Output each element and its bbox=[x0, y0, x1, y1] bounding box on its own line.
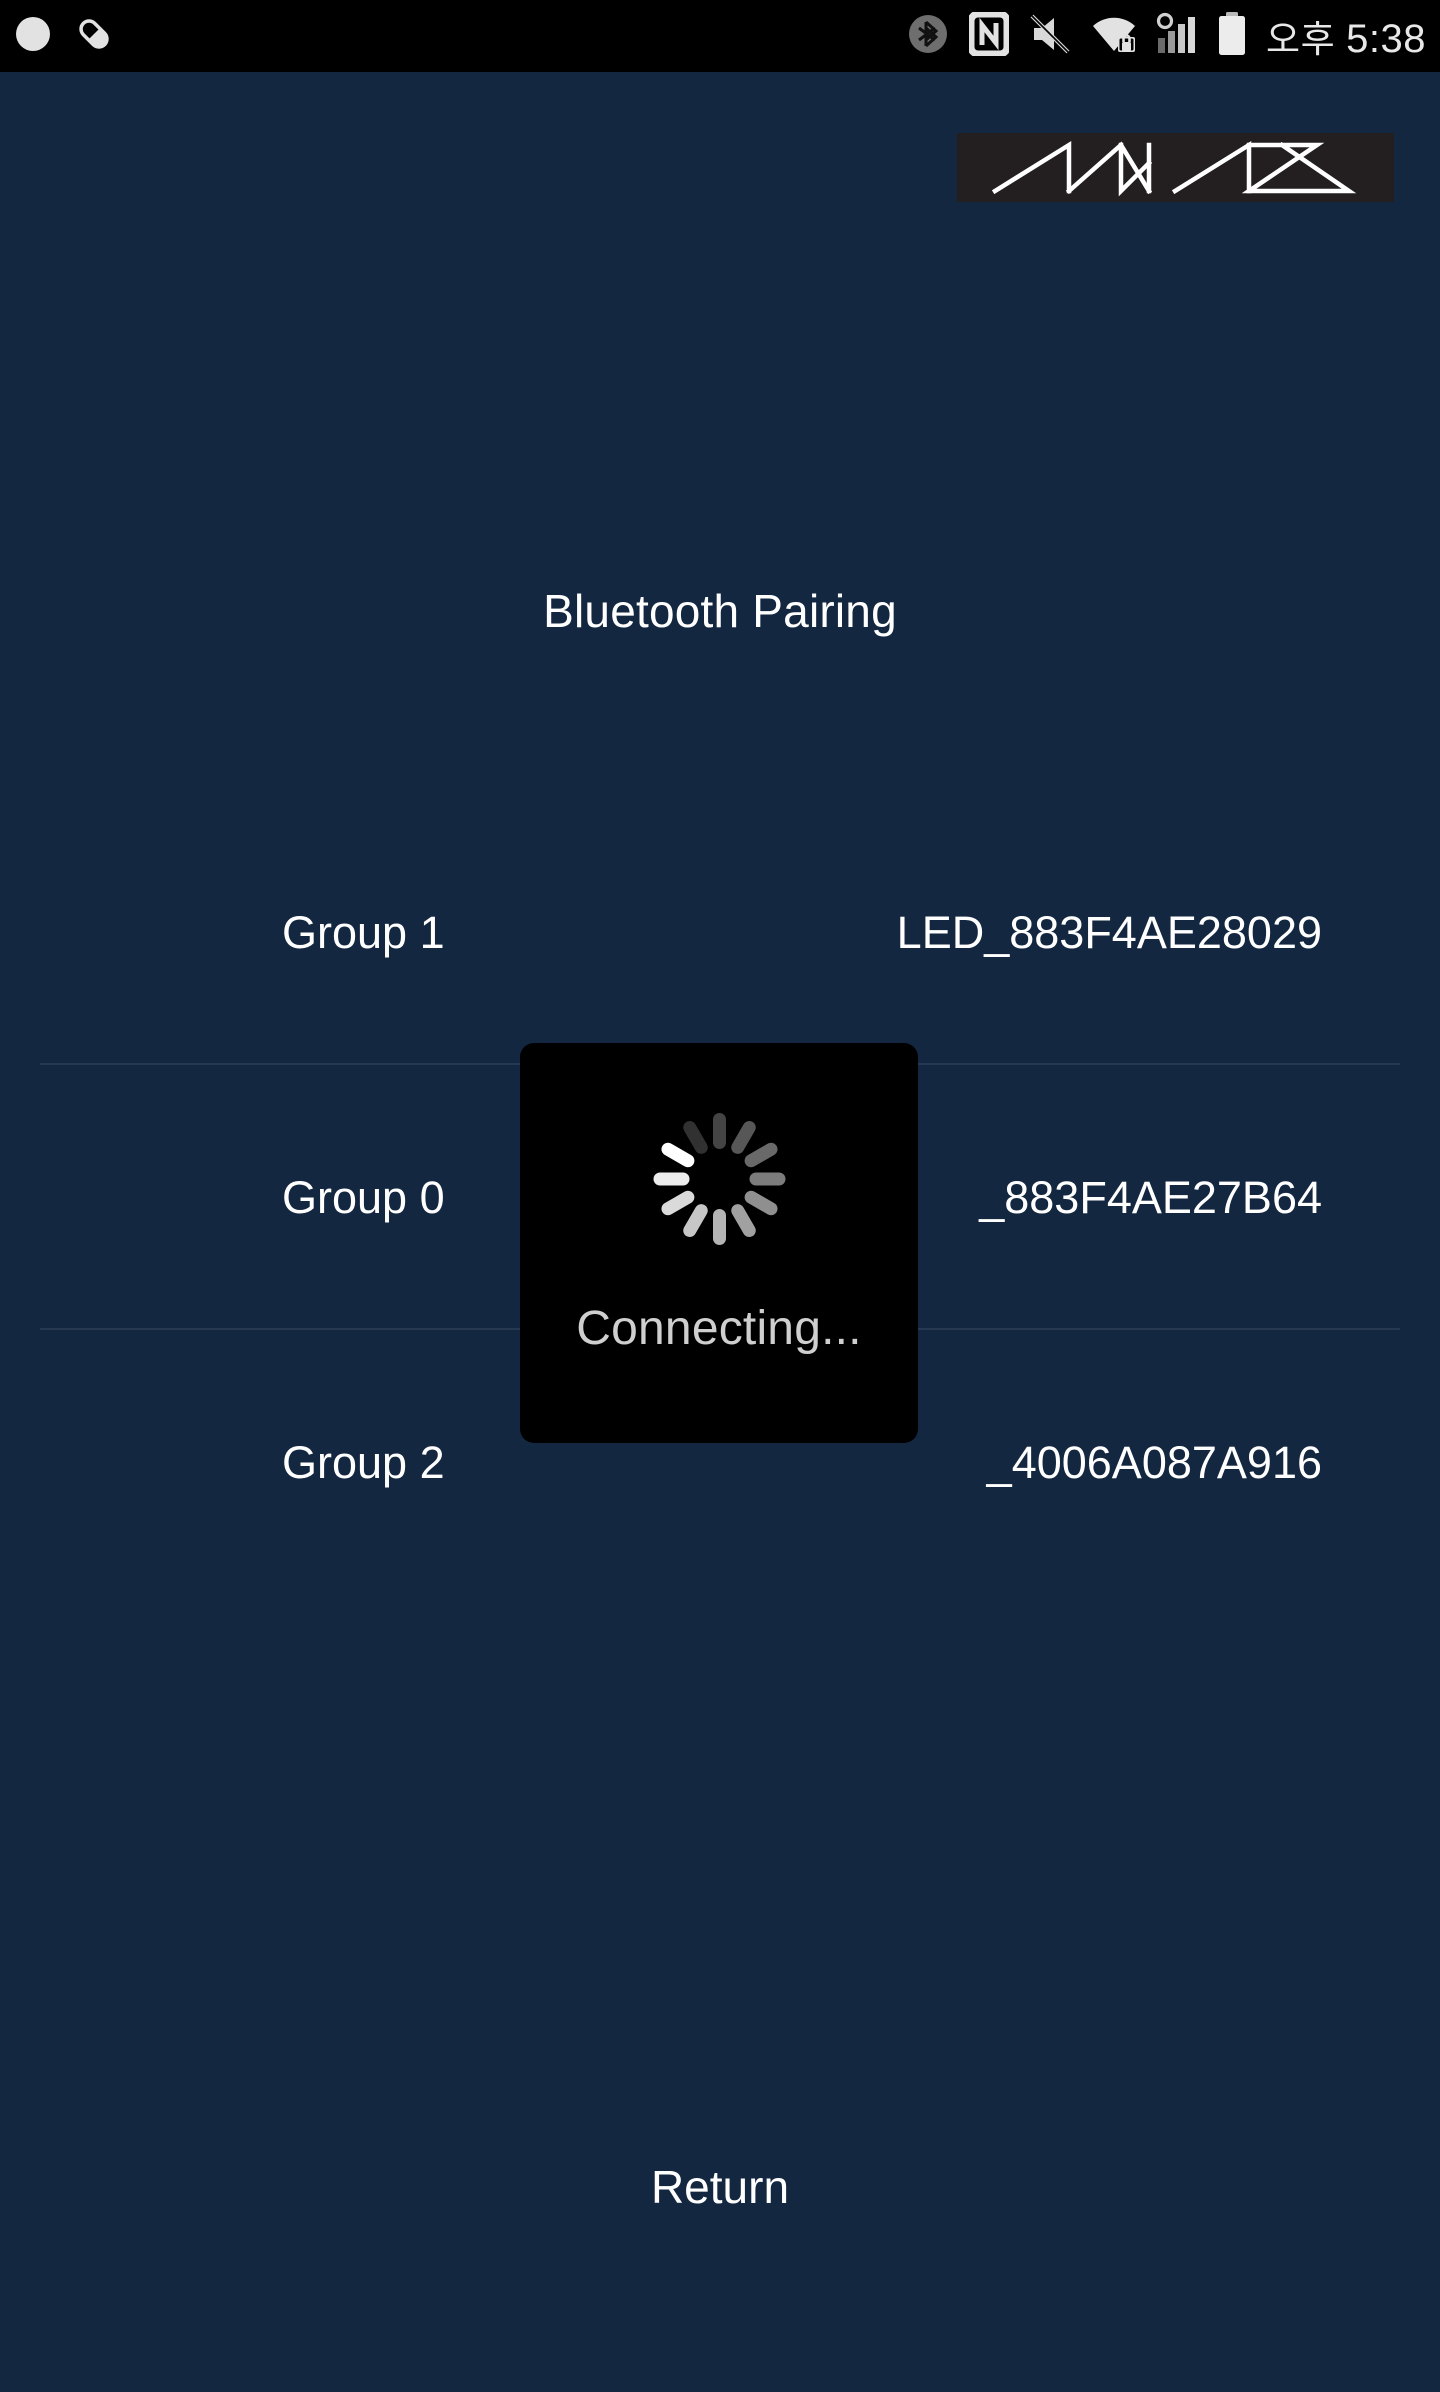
spinner-spoke bbox=[658, 1140, 697, 1170]
device-name-label: _4006A087A916 bbox=[986, 1436, 1322, 1488]
spinner-spoke bbox=[712, 1209, 726, 1245]
loading-spinner-icon bbox=[649, 1109, 789, 1249]
clock-ampm: 오후 bbox=[1266, 19, 1336, 60]
status-bar-system-icons: 오후 5:38 bbox=[906, 9, 1426, 63]
spinner-spoke bbox=[741, 1140, 780, 1170]
cellular-signal-icon bbox=[1156, 12, 1198, 61]
brand-logo bbox=[957, 133, 1394, 202]
spinner-spoke bbox=[728, 1201, 758, 1240]
spinner-spoke bbox=[680, 1201, 710, 1240]
connecting-dialog: Connecting... bbox=[520, 1043, 918, 1443]
wifi-secured-icon bbox=[1091, 13, 1137, 60]
phone-screen: 오후 5:38 Bluetooth Pairing Group 1 LED_88… bbox=[0, 0, 1440, 2392]
capsule-notification-icon bbox=[74, 14, 114, 59]
spinner-spoke bbox=[749, 1172, 785, 1186]
device-name-label: LED_883F4AE28029 bbox=[896, 906, 1322, 958]
connecting-status-text: Connecting... bbox=[576, 1302, 862, 1355]
page-title: Bluetooth Pairing bbox=[543, 585, 897, 637]
return-button[interactable]: Return bbox=[0, 2160, 1440, 2214]
device-group-label: Group 0 bbox=[282, 1171, 445, 1223]
table-row[interactable]: Group 1 LED_883F4AE28029 bbox=[0, 800, 1440, 1065]
spinner-spoke bbox=[653, 1172, 689, 1186]
status-bar: 오후 5:38 bbox=[0, 0, 1440, 72]
spinner-spoke bbox=[741, 1188, 780, 1218]
bluetooth-icon bbox=[906, 12, 950, 61]
device-group-label: Group 1 bbox=[282, 906, 445, 958]
nfc-icon bbox=[967, 10, 1011, 61]
status-bar-clock: 오후 5:38 bbox=[1266, 9, 1426, 63]
status-bar-notifications bbox=[14, 14, 114, 59]
spinner-spoke bbox=[712, 1113, 726, 1149]
circle-notification-icon bbox=[14, 15, 52, 58]
clock-time: 5:38 bbox=[1346, 17, 1426, 61]
spinner-spoke bbox=[658, 1188, 697, 1218]
volume-mute-icon bbox=[1028, 13, 1072, 60]
device-name-label: _883F4AE27B64 bbox=[979, 1171, 1322, 1223]
device-group-label: Group 2 bbox=[282, 1436, 445, 1488]
battery-icon bbox=[1217, 11, 1247, 62]
